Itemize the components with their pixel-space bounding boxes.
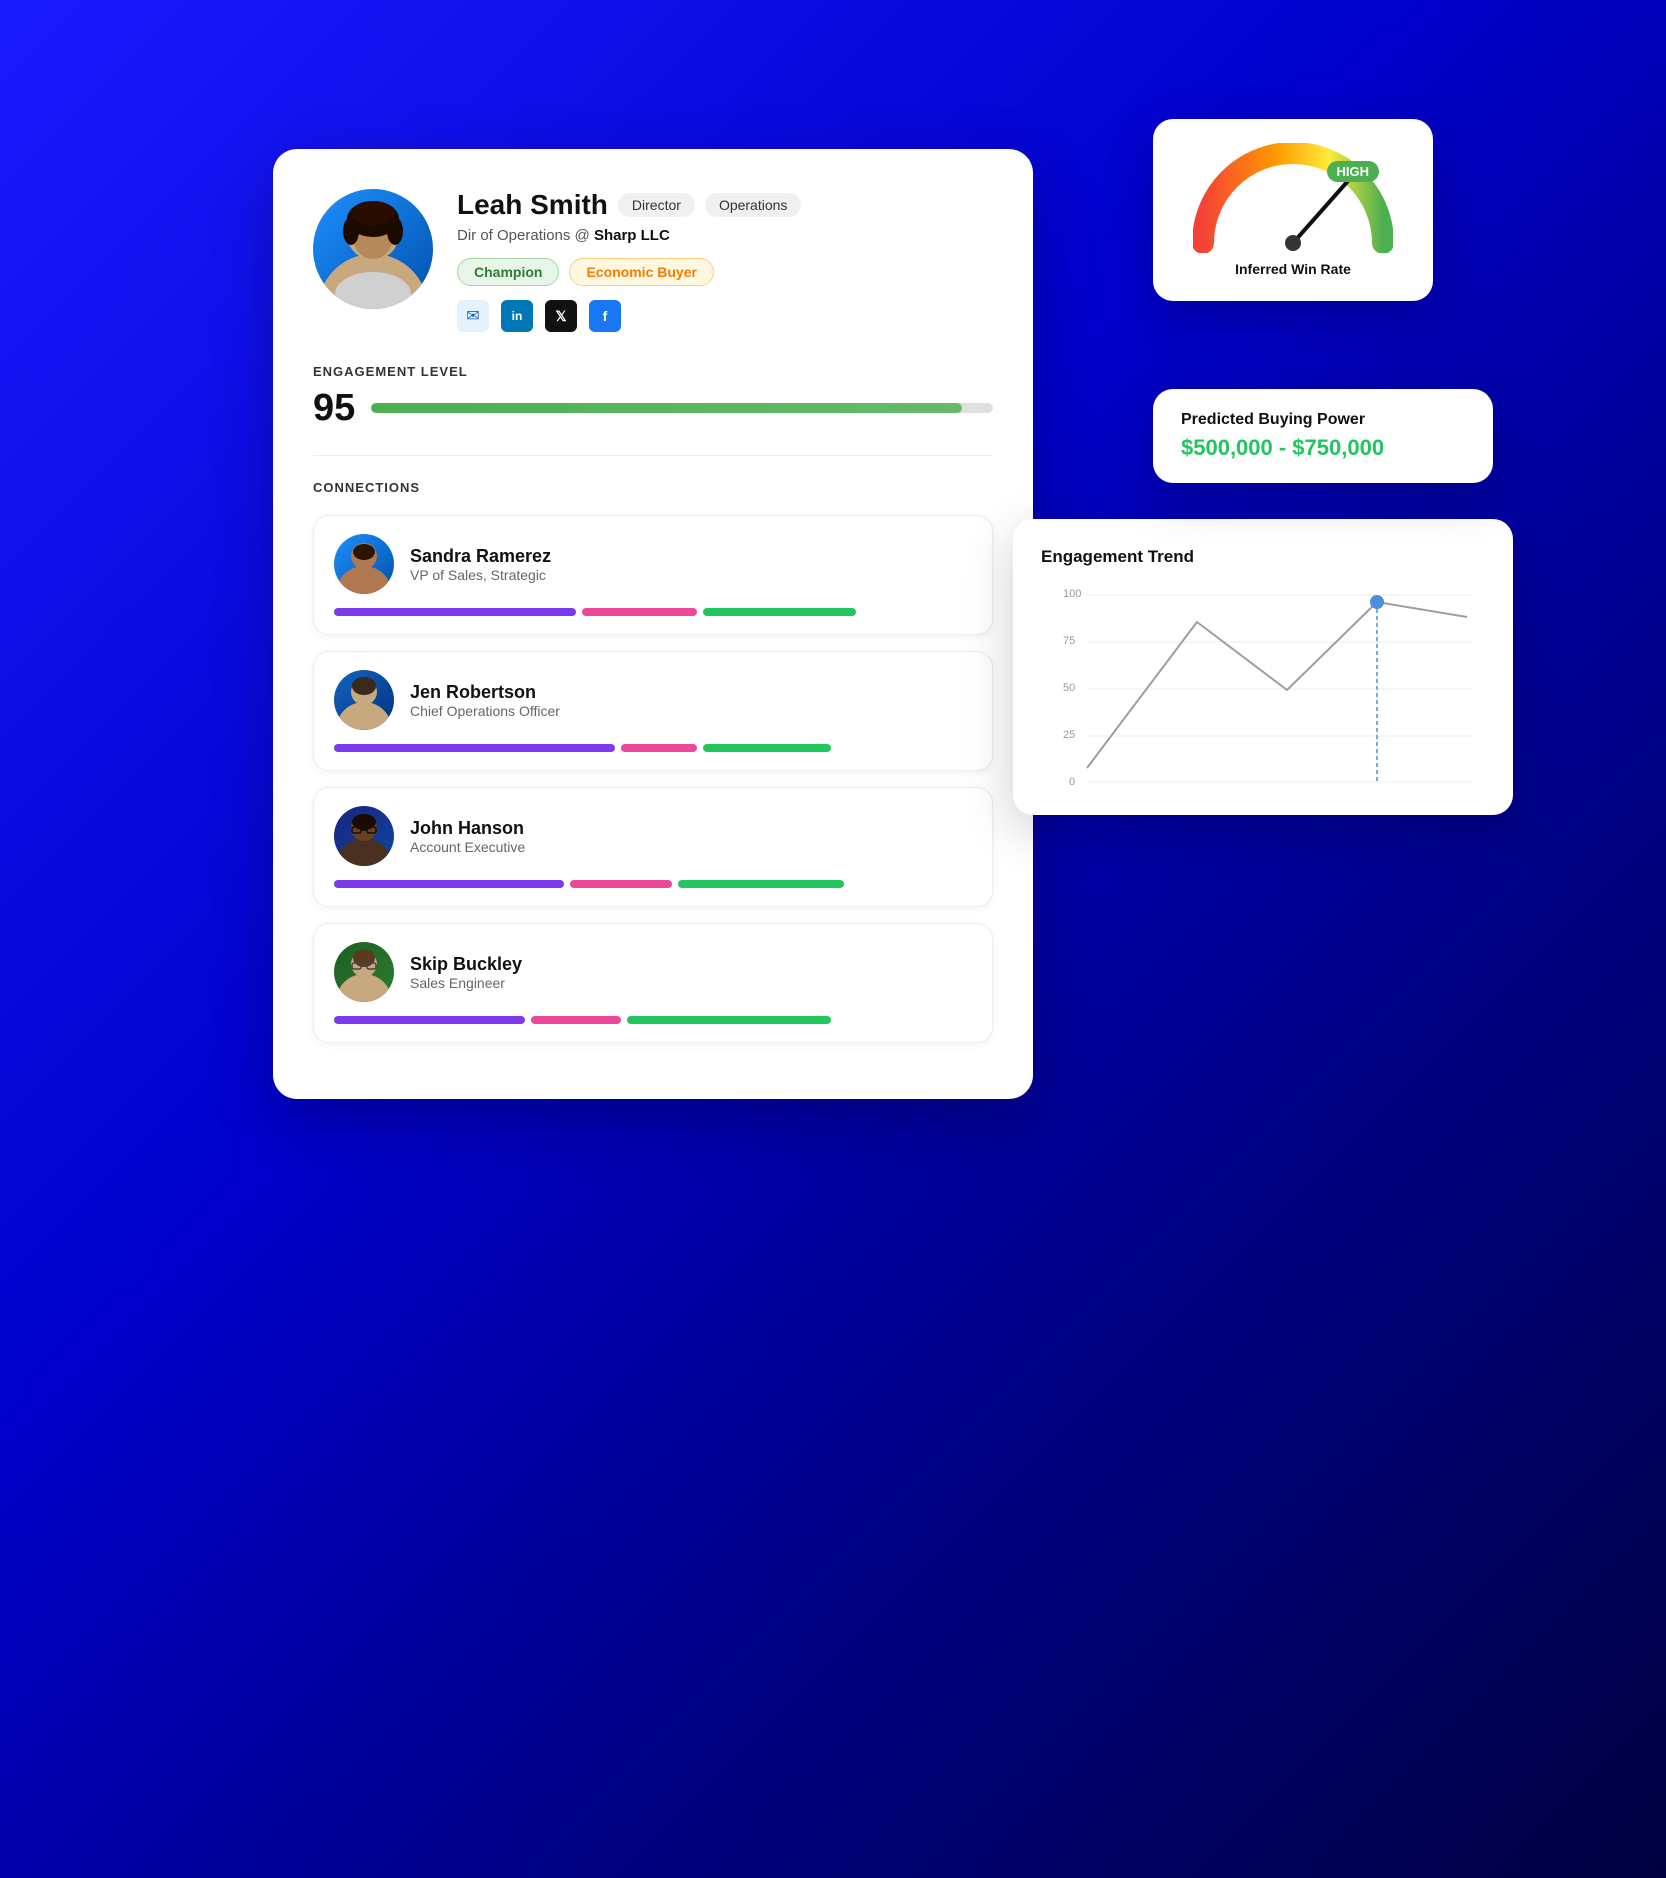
svg-text:50: 50 [1063,682,1075,694]
champion-tag: Champion [457,258,559,286]
conn-avatar-2 [334,670,394,730]
connections-label: CONNECTIONS [313,480,993,495]
title-row: Dir of Operations @ Sharp LLC [457,227,993,244]
engagement-score: 95 [313,389,355,427]
win-rate-card: HIGH Inferred Win Rate [1153,119,1433,301]
conn-name-3: John Hanson [410,818,525,839]
conn-title-4: Sales Engineer [410,975,522,991]
conn-info-2: Jen Robertson Chief Operations Officer [410,682,560,719]
bar-green-3 [678,880,844,888]
conn-name-1: Sandra Ramerez [410,546,551,567]
conn-info-1: Sandra Ramerez VP of Sales, Strategic [410,546,551,583]
buying-power-title: Predicted Buying Power [1181,411,1465,429]
engagement-label: ENGAGEMENT LEVEL [313,364,993,379]
connection-header-2: Jen Robertson Chief Operations Officer [334,670,972,730]
conn-avatar-1 [334,534,394,594]
buying-power-amount: $500,000 - $750,000 [1181,435,1465,461]
conn-info-4: Skip Buckley Sales Engineer [410,954,522,991]
svg-text:0: 0 [1069,776,1075,787]
conn-bars-1 [334,608,972,616]
conn-bars-2 [334,744,972,752]
connection-card-1[interactable]: Sandra Ramerez VP of Sales, Strategic [313,515,993,635]
bar-purple-2 [334,744,615,752]
name-row: Leah Smith Director Operations [457,189,993,221]
svg-text:100: 100 [1063,588,1081,600]
connection-card-2[interactable]: Jen Robertson Chief Operations Officer [313,651,993,771]
bar-green-1 [703,608,856,616]
conn-bars-4 [334,1016,972,1024]
conn-bars-3 [334,880,972,888]
director-badge: Director [618,193,695,217]
divider [313,455,993,456]
bar-purple-4 [334,1016,525,1024]
person-name: Leah Smith [457,189,608,221]
connection-header-1: Sandra Ramerez VP of Sales, Strategic [334,534,972,594]
trend-title: Engagement Trend [1041,547,1485,567]
conn-name-2: Jen Robertson [410,682,560,703]
bar-pink-2 [621,744,698,752]
profile-header: Leah Smith Director Operations Dir of Op… [313,189,993,332]
main-profile-card: Leah Smith Director Operations Dir of Op… [273,149,1033,1099]
company-name: Sharp LLC [594,227,670,244]
svg-text:75: 75 [1063,635,1075,647]
conn-title-2: Chief Operations Officer [410,703,560,719]
conn-title-1: VP of Sales, Strategic [410,567,551,583]
bar-pink-1 [582,608,697,616]
engagement-row: 95 [313,389,993,427]
bar-pink-3 [570,880,672,888]
tags-row: Champion Economic Buyer [457,258,993,286]
bar-purple-3 [334,880,564,888]
scene: Leah Smith Director Operations Dir of Op… [233,89,1433,1789]
gauge-label: Inferred Win Rate [1177,261,1409,277]
connections-section: CONNECTIONS Sandra Ramerez VP of Sales, … [313,480,993,1043]
x-icon[interactable]: 𝕏 [545,300,577,332]
conn-info-3: John Hanson Account Executive [410,818,525,855]
bar-green-2 [703,744,831,752]
conn-avatar-4 [334,942,394,1002]
svg-text:25: 25 [1063,729,1075,741]
engagement-section: ENGAGEMENT LEVEL 95 [313,364,993,427]
connection-header-4: Skip Buckley Sales Engineer [334,942,972,1002]
bar-pink-4 [531,1016,620,1024]
bar-purple-1 [334,608,576,616]
linkedin-icon[interactable]: in [501,300,533,332]
engagement-fill [371,403,962,413]
connection-card-3[interactable]: John Hanson Account Executive [313,787,993,907]
conn-title-3: Account Executive [410,839,525,855]
chart-area: 100 75 50 25 0 Oct 30 Nov 6 [1041,587,1485,787]
gauge-container: HIGH [1193,143,1393,253]
engagement-progress-bar [371,403,993,413]
email-icon[interactable]: ✉ [457,300,489,332]
conn-name-4: Skip Buckley [410,954,522,975]
title-text: Dir of Operations @ [457,227,594,244]
connection-card-4[interactable]: Skip Buckley Sales Engineer [313,923,993,1043]
engagement-trend-card: Engagement Trend 100 75 50 25 0 [1013,519,1513,815]
facebook-icon[interactable]: f [589,300,621,332]
bar-green-4 [627,1016,831,1024]
operations-badge: Operations [705,193,801,217]
connection-header-3: John Hanson Account Executive [334,806,972,866]
profile-info: Leah Smith Director Operations Dir of Op… [457,189,993,332]
conn-avatar-3 [334,806,394,866]
avatar [313,189,433,309]
economic-buyer-tag: Economic Buyer [569,258,713,286]
buying-power-card: Predicted Buying Power $500,000 - $750,0… [1153,389,1493,483]
high-badge: HIGH [1327,161,1380,182]
social-row: ✉ in 𝕏 f [457,300,993,332]
